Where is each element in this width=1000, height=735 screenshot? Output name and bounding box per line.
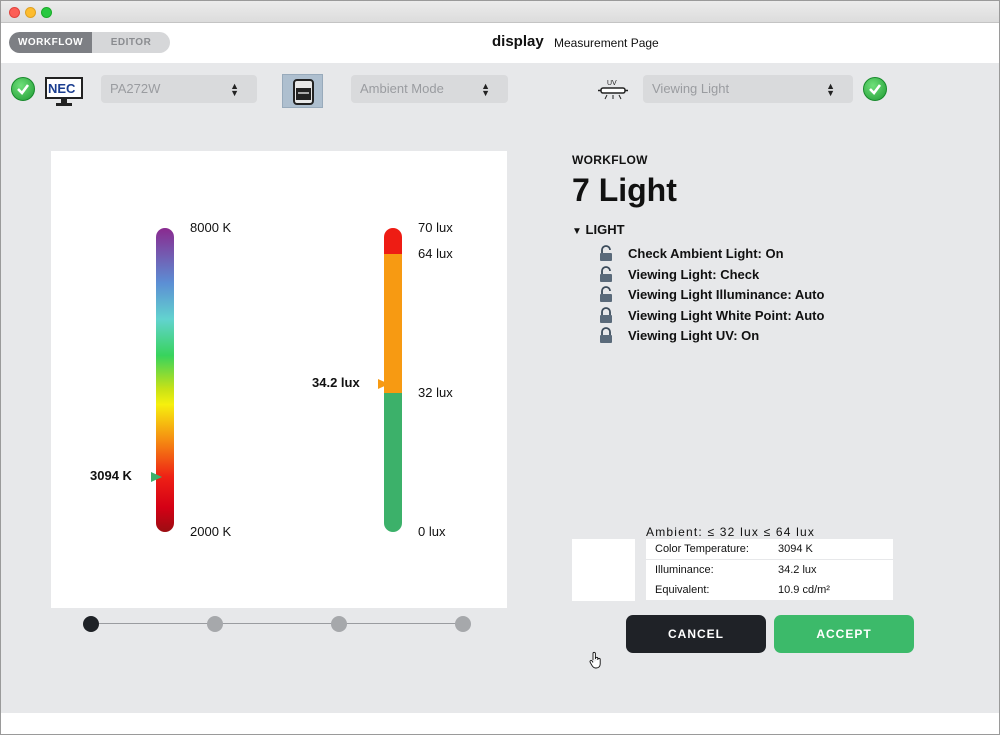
unlock-icon (600, 266, 612, 282)
color-temp-max-label: 8000 K (190, 220, 232, 235)
nec-monitor-icon: NEC (45, 77, 85, 107)
readout-row-equivalent: Equivalent: 10.9 cd/m² (646, 580, 893, 600)
illuminance-low-range (384, 393, 402, 532)
workflow-label: WORKFLOW (572, 153, 648, 167)
readout-value: 3094 K (778, 543, 813, 555)
readout-value: 10.9 cd/m² (778, 584, 830, 596)
setting-text: Viewing Light Illuminance: Auto (628, 287, 825, 302)
workflow-tab[interactable]: WORKFLOW (9, 32, 92, 53)
readout-row-illuminance: Illuminance: 34.2 lux (646, 560, 893, 580)
readout-row-color-temperature: Color Temperature: 3094 K (646, 539, 893, 559)
minimize-window-button[interactable] (25, 7, 36, 18)
disclosure-triangle-icon: ▼ (572, 226, 582, 237)
cancel-button[interactable]: CANCEL (626, 615, 766, 653)
ambient-mode-select[interactable]: Ambient Mode ▲ ▼ (351, 75, 508, 103)
mode-segmented-control: WORKFLOW EDITOR (9, 32, 170, 53)
unlock-icon (600, 286, 612, 302)
select-arrows-icon: ▲ ▼ (230, 81, 239, 98)
step-1-dot[interactable] (83, 616, 99, 632)
hand-cursor-icon (589, 651, 603, 674)
editor-tab[interactable]: EDITOR (92, 32, 170, 53)
app-title: display (492, 33, 544, 50)
step-4-dot[interactable] (455, 616, 471, 632)
unlock-icon (600, 245, 612, 261)
illuminance-upper-label: 64 lux (418, 246, 453, 261)
setting-text: Viewing Light: Check (628, 267, 760, 282)
step-2-dot[interactable] (207, 616, 223, 632)
header: WORKFLOW EDITOR display Measurement Page (1, 23, 999, 63)
lock-icon (600, 307, 612, 323)
color-temperature-gauge (156, 228, 174, 532)
readout-key: Color Temperature: (655, 543, 749, 555)
illuminance-marker-icon (377, 377, 391, 389)
colorimeter-icon[interactable] (282, 74, 323, 108)
uv-lamp-icon: UV (597, 78, 629, 100)
app-window: WORKFLOW EDITOR display Measurement Page… (0, 0, 1000, 735)
viewing-light-value: Viewing Light (652, 81, 730, 96)
workflow-title: 7 Light (572, 172, 677, 208)
illuminance-over-range (384, 228, 402, 254)
select-arrows-icon: ▲ ▼ (826, 81, 835, 98)
svg-text:NEC: NEC (48, 81, 76, 96)
display-select[interactable]: PA272W ▲ ▼ (101, 75, 257, 103)
viewing-light-status-check-icon (863, 77, 887, 101)
color-temp-reading: 3094 K (90, 468, 132, 483)
page-subtitle: Measurement Page (554, 36, 659, 50)
color-temp-marker-icon (150, 470, 164, 482)
illuminance-top-label: 70 lux (418, 220, 453, 235)
maximize-window-button[interactable] (41, 7, 52, 18)
readout-key: Illuminance: (655, 564, 714, 576)
ambient-mode-value: Ambient Mode (360, 81, 444, 96)
setting-text: Viewing Light UV: On (628, 328, 760, 343)
setting-text: Viewing Light White Point: Auto (628, 308, 825, 323)
light-section-toggle[interactable]: ▼ LIGHT (572, 222, 625, 237)
light-section-label: LIGHT (585, 222, 625, 237)
color-swatch (572, 539, 635, 601)
readout-value: 34.2 lux (778, 564, 817, 576)
illuminance-bottom-label: 0 lux (418, 524, 446, 539)
footer-bar (1, 713, 999, 734)
setting-text: Check Ambient Light: On (628, 246, 784, 261)
display-status-check-icon (11, 77, 35, 101)
stepper-track (91, 623, 463, 624)
viewing-light-select[interactable]: Viewing Light ▲ ▼ (643, 75, 853, 103)
display-select-value: PA272W (110, 81, 161, 96)
step-3-dot[interactable] (331, 616, 347, 632)
ambient-range-text: Ambient: ≤ 32 lux ≤ 64 lux (646, 525, 816, 539)
readout-key: Equivalent: (655, 584, 710, 596)
illuminance-reading: 34.2 lux (312, 375, 360, 390)
illuminance-lower-label: 32 lux (418, 385, 453, 400)
title-bar (1, 1, 999, 23)
color-temp-min-label: 2000 K (190, 524, 232, 539)
accept-button[interactable]: ACCEPT (774, 615, 914, 653)
illuminance-mid-range (384, 254, 402, 393)
close-window-button[interactable] (9, 7, 20, 18)
select-arrows-icon: ▲ ▼ (481, 81, 490, 98)
uv-label: UV (607, 80, 617, 87)
lock-icon (600, 327, 612, 343)
